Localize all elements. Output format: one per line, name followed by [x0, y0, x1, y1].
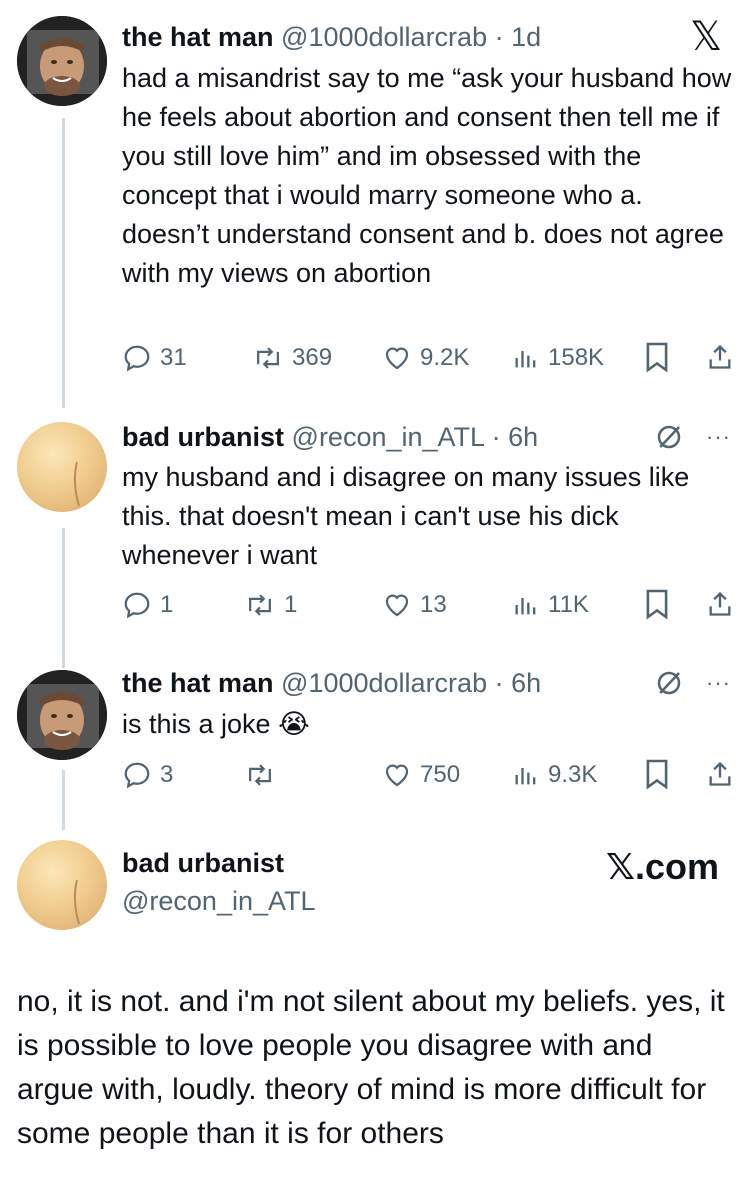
- repost-icon: [249, 764, 271, 786]
- tweet-header: the hat man @1000dollarcrab · 6h: [122, 666, 541, 700]
- reply-icon: [124, 762, 150, 789]
- bookmark-icon: [646, 589, 668, 620]
- reply-button[interactable]: 3: [122, 758, 173, 792]
- repost-count: 1: [284, 591, 298, 618]
- author-name[interactable]: bad urbanist: [122, 422, 284, 452]
- grok-icon[interactable]: [654, 668, 684, 703]
- views-icon: [515, 598, 536, 615]
- share-button[interactable]: [706, 341, 734, 373]
- separator: ·: [494, 22, 504, 52]
- like-button[interactable]: 13: [382, 588, 447, 622]
- bookmark-button[interactable]: [644, 758, 670, 790]
- views-icon: [515, 768, 536, 785]
- views-count: 9.3K: [548, 761, 598, 788]
- separator: ·: [494, 668, 504, 698]
- like-count: 13: [420, 591, 447, 618]
- timestamp[interactable]: 1d: [511, 22, 541, 52]
- share-button[interactable]: [706, 758, 734, 790]
- views-icon: [515, 351, 536, 368]
- bookmark-icon: [646, 759, 668, 790]
- share-button[interactable]: [706, 588, 734, 620]
- avatar[interactable]: [17, 422, 107, 512]
- repost-button[interactable]: 369: [252, 341, 332, 375]
- heart-icon: [385, 347, 409, 370]
- timestamp[interactable]: 6h: [508, 422, 538, 452]
- tweet-header: bad urbanist @recon_in_ATL · 6h: [122, 420, 538, 454]
- like-count: 750: [420, 761, 461, 788]
- like-button[interactable]: 9.2K: [382, 341, 469, 375]
- views-button[interactable]: 9.3K: [512, 758, 597, 792]
- heart-icon: [385, 594, 409, 617]
- thread-line: [62, 528, 65, 668]
- views-count: 11K: [548, 591, 589, 618]
- avatar[interactable]: [17, 670, 107, 760]
- views-count: 158K: [548, 344, 605, 371]
- more-options-icon[interactable]: ···: [706, 670, 731, 696]
- repost-button[interactable]: 1: [244, 588, 297, 622]
- author-handle[interactable]: @1000dollarcrab: [281, 668, 487, 698]
- thread-line: [62, 770, 65, 830]
- x-logo-icon: 𝕏: [690, 15, 723, 59]
- author-handle[interactable]: @recon_in_ATL: [292, 422, 485, 452]
- avatar[interactable]: [17, 16, 107, 106]
- grok-icon[interactable]: [654, 422, 684, 457]
- separator: ·: [491, 422, 501, 452]
- views-button[interactable]: 11K: [512, 588, 589, 622]
- share-icon: [709, 761, 731, 786]
- reply-button[interactable]: 1: [122, 588, 173, 622]
- bookmark-icon: [646, 342, 668, 373]
- tweet-text: no, it is not. and i'm not silent about …: [17, 985, 725, 1150]
- author-handle[interactable]: @1000dollarcrab: [281, 22, 487, 52]
- more-options-icon[interactable]: ···: [706, 424, 731, 450]
- tweet-text: is this a joke 😭: [122, 709, 310, 739]
- like-button[interactable]: 750: [382, 758, 460, 792]
- views-button[interactable]: 158K: [512, 341, 604, 375]
- timestamp[interactable]: 6h: [511, 668, 541, 698]
- reply-count: 31: [160, 344, 187, 371]
- brand-watermark: 𝕏.com: [606, 846, 720, 887]
- share-icon: [709, 344, 731, 369]
- reply-count: 3: [160, 761, 174, 788]
- reply-icon: [124, 345, 150, 372]
- reply-button[interactable]: 31: [122, 341, 187, 375]
- repost-count: 369: [292, 344, 333, 371]
- like-count: 9.2K: [420, 344, 470, 371]
- tweet-header: the hat man @1000dollarcrab · 1d: [122, 20, 541, 54]
- author-handle[interactable]: @recon_in_ATL: [122, 886, 316, 917]
- heart-icon: [385, 764, 409, 787]
- author-name[interactable]: bad urbanist: [122, 846, 284, 880]
- reply-count: 1: [160, 591, 174, 618]
- repost-icon: [257, 347, 279, 369]
- avatar[interactable]: [17, 840, 107, 930]
- share-icon: [709, 591, 731, 616]
- bookmark-button[interactable]: [644, 588, 670, 620]
- reply-icon: [124, 592, 150, 619]
- tweet-text: had a misandrist say to me “ask your hus…: [122, 63, 732, 288]
- bookmark-button[interactable]: [644, 341, 670, 373]
- tweet-text: my husband and i disagree on many issues…: [122, 462, 690, 570]
- thread-line: [62, 118, 65, 408]
- repost-button[interactable]: [244, 758, 284, 792]
- author-name[interactable]: the hat man: [122, 22, 274, 52]
- author-name[interactable]: the hat man: [122, 668, 274, 698]
- repost-icon: [249, 594, 271, 616]
